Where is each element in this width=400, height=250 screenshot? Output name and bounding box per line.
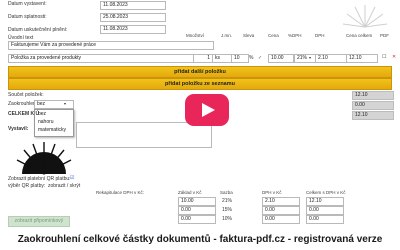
vat-row2-vat: 0.00: [262, 206, 300, 215]
sum-value: 12.10: [352, 91, 394, 100]
date-tax-field[interactable]: 11.08.2023: [100, 25, 166, 34]
sum-label: Součet položek:: [8, 92, 44, 98]
rounding-option-none[interactable]: bez: [35, 110, 73, 118]
show-qr-checkbox[interactable]: ☑: [70, 175, 74, 181]
item-quantity-field[interactable]: 1: [193, 54, 213, 63]
rounding-option-math[interactable]: matematicky: [35, 126, 73, 134]
vat-row3-rate: 10%: [222, 216, 233, 222]
header-vat: DPH: [315, 33, 325, 38]
date-issue-label: Datum vystavení:: [8, 1, 47, 7]
play-button[interactable]: [185, 94, 229, 126]
rounding-value: 0.00: [352, 101, 394, 110]
vat-row1-total: 12.10: [306, 197, 344, 206]
item-discount-unit: %: [249, 55, 254, 61]
vat-row1-vat: 2.10: [262, 197, 300, 206]
discount-check-icon: ✓: [258, 55, 263, 61]
intro-text-field[interactable]: Fakturujeme Vám za provedené práce: [8, 41, 214, 50]
vat-summary-total-header: Celkem s DPH v Kč: [306, 190, 346, 195]
qr-options-label: výběr QR platby:: [8, 183, 46, 189]
delete-icon[interactable]: ✕: [392, 54, 396, 60]
total-label: CELKEM K Ú: [8, 111, 40, 117]
vat-row1-rate: 21%: [222, 198, 233, 204]
pdf-checkbox[interactable]: ☐: [382, 54, 386, 60]
item-discount-field[interactable]: 10: [231, 54, 249, 63]
rounding-option-up[interactable]: nahoru: [35, 118, 73, 126]
date-due-label: Datum splatnosti:: [8, 14, 47, 20]
vat-summary-rate-header: Sazba: [220, 190, 233, 195]
header-vat-rate: %DPH: [288, 33, 302, 38]
date-issue-field[interactable]: 11.08.2023: [100, 1, 166, 10]
vat-row2-rate: 15%: [222, 207, 233, 213]
vat-row2-base: 0.00: [178, 206, 216, 215]
date-tax-label: Datum uskutečnění plnění:: [8, 27, 68, 33]
sun-logo-icon: [14, 140, 74, 176]
vat-row3-total: 0.00: [306, 215, 344, 224]
vat-summary-title: Rekapitulace DPH v Kč:: [96, 190, 145, 195]
vat-row3-vat: 0.00: [262, 215, 300, 224]
qr-option-value[interactable]: zobrazit / skrýt: [48, 183, 80, 189]
show-qr-label: Zobrazit platební QR platbu:: [8, 176, 71, 182]
play-icon: [202, 103, 215, 117]
show-pdf-button[interactable]: zobrazit připomínkový: [8, 216, 70, 227]
vat-row1-base: 10.00: [178, 197, 216, 206]
vat-row3-base: 0.00: [178, 215, 216, 224]
header-price: Cena: [268, 33, 279, 38]
item-unit-field[interactable]: ks: [212, 54, 232, 63]
header-unit: J.mn.: [221, 33, 233, 38]
header-quantity: Množství: [186, 33, 205, 38]
vat-row2-total: 0.00: [306, 206, 344, 215]
header-total: Cena celkem: [346, 33, 373, 38]
header-pdf: PDF: [380, 33, 389, 38]
vat-summary-vat-header: DPH v Kč: [262, 190, 282, 195]
add-from-list-button[interactable]: přidat položku ze seznamu: [8, 78, 392, 90]
vat-summary-base-header: Základ v Kč: [178, 190, 202, 195]
item-price-field[interactable]: 10.00: [268, 54, 294, 63]
item-total-field: 12.10: [346, 54, 378, 63]
header-discount: Sleva: [243, 33, 255, 38]
company-logo: [340, 2, 390, 32]
add-item-button[interactable]: přidat další položku: [8, 66, 392, 78]
item-vat-field: 2.10: [315, 54, 347, 63]
rounding-dropdown: bez nahoru matematicky: [34, 109, 74, 137]
chevron-down-icon: ▾: [309, 55, 312, 60]
video-caption: Zaokrouhlení celkové částky dokumentů - …: [0, 230, 400, 250]
rounding-chevron-icon: ▾: [64, 101, 67, 106]
date-due-field[interactable]: 25.08.2023: [100, 13, 166, 22]
rounding-select[interactable]: bez: [34, 100, 74, 109]
issued-by-label: Vystavil:: [8, 126, 29, 132]
total-value: 12.10: [352, 111, 394, 120]
item-name-field[interactable]: Položka za provedené produkty: [8, 54, 194, 63]
